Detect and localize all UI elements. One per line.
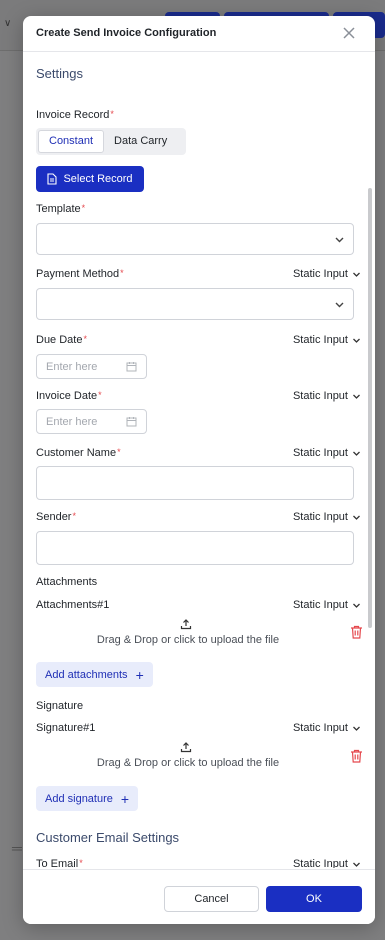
chevron-down-icon bbox=[353, 394, 360, 399]
select-record-button[interactable]: Select Record bbox=[36, 166, 144, 192]
add-signature-button[interactable]: Add signature + bbox=[36, 786, 139, 811]
payment-method-label: Payment Method* bbox=[36, 268, 124, 280]
upload-text: Drag & Drop or click to upload the file bbox=[96, 634, 280, 646]
attachments-item-label: Attachments#1 bbox=[36, 599, 110, 611]
plus-icon: + bbox=[135, 666, 144, 683]
background-chevron-icon: ∨ bbox=[4, 18, 12, 29]
tab-data-carry[interactable]: Data Carry bbox=[104, 130, 177, 153]
add-signature-label: Add signature bbox=[45, 792, 113, 805]
add-attachments-button[interactable]: Add attachments + bbox=[36, 662, 153, 687]
sender-label: Sender* bbox=[36, 511, 76, 523]
modal-title: Create Send Invoice Configuration bbox=[36, 27, 217, 39]
attachments-upload-area[interactable]: Drag & Drop or click to upload the file bbox=[36, 618, 336, 654]
chevron-down-icon bbox=[353, 338, 360, 343]
chevron-down-icon bbox=[335, 302, 344, 308]
sender-input[interactable] bbox=[36, 531, 354, 565]
trash-icon[interactable] bbox=[350, 625, 363, 639]
chevron-down-icon bbox=[353, 862, 360, 867]
mode-label: Static Input bbox=[292, 447, 348, 459]
signature-upload-area[interactable]: Drag & Drop or click to upload the file bbox=[36, 741, 336, 777]
mode-label: Static Input bbox=[292, 268, 348, 280]
background-icon: ═ bbox=[12, 840, 22, 856]
calendar-icon bbox=[126, 417, 137, 427]
template-label: Template* bbox=[36, 203, 86, 215]
signature-mode-select[interactable]: Static Input bbox=[293, 722, 361, 734]
tab-constant[interactable]: Constant bbox=[38, 130, 105, 153]
create-send-invoice-modal: Create Send Invoice Configuration Settin… bbox=[23, 16, 375, 924]
due-date-input[interactable]: Enter here bbox=[36, 354, 147, 379]
attachments-mode-select[interactable]: Static Input bbox=[293, 599, 361, 611]
calendar-icon bbox=[126, 362, 137, 372]
mode-label: Static Input bbox=[292, 334, 348, 346]
invoice-date-label: Invoice Date* bbox=[36, 390, 102, 402]
scrollbar-thumb[interactable] bbox=[368, 188, 372, 628]
invoice-record-tabs: Constant Data Carry bbox=[36, 128, 186, 155]
mode-label: Static Input bbox=[292, 599, 348, 611]
chevron-down-icon bbox=[353, 603, 360, 608]
customer-name-input[interactable] bbox=[36, 466, 354, 500]
sender-mode-select[interactable]: Static Input bbox=[293, 511, 361, 523]
chevron-down-icon bbox=[353, 726, 360, 731]
invoice-record-label: Invoice Record* bbox=[36, 109, 114, 121]
mode-label: Static Input bbox=[292, 390, 348, 402]
customer-name-label: Customer Name* bbox=[36, 447, 121, 459]
chevron-down-icon bbox=[335, 237, 344, 243]
customer-email-section-title: Customer Email Settings bbox=[36, 830, 180, 845]
invoice-date-input[interactable]: Enter here bbox=[36, 409, 147, 434]
settings-section-title: Settings bbox=[36, 66, 83, 81]
ok-button[interactable]: OK bbox=[266, 886, 362, 912]
modal-header: Create Send Invoice Configuration bbox=[23, 16, 375, 52]
payment-method-mode-select[interactable]: Static Input bbox=[293, 268, 361, 280]
invoice-date-mode-select[interactable]: Static Input bbox=[293, 390, 361, 402]
due-date-placeholder: Enter here bbox=[46, 361, 98, 373]
close-icon[interactable] bbox=[341, 25, 357, 41]
trash-icon[interactable] bbox=[350, 749, 363, 763]
chevron-down-icon bbox=[353, 451, 360, 456]
payment-method-select[interactable] bbox=[36, 288, 354, 320]
mode-label: Static Input bbox=[292, 858, 348, 868]
add-attachments-label: Add attachments bbox=[45, 668, 128, 681]
template-select[interactable] bbox=[36, 223, 354, 255]
plus-icon: + bbox=[120, 790, 130, 807]
to-email-label: To Email* bbox=[36, 858, 83, 868]
to-email-mode-select[interactable]: Static Input bbox=[293, 858, 361, 868]
chevron-down-icon bbox=[353, 272, 360, 277]
upload-text: Drag & Drop or click to upload the file bbox=[96, 757, 280, 769]
attachments-label: Attachments bbox=[36, 576, 98, 588]
due-date-mode-select[interactable]: Static Input bbox=[293, 334, 361, 346]
upload-icon bbox=[180, 619, 192, 630]
modal-body[interactable]: Settings Invoice Record* Constant Data C… bbox=[36, 52, 363, 868]
due-date-label: Due Date* bbox=[36, 334, 87, 346]
signature-label: Signature bbox=[36, 700, 84, 712]
mode-label: Static Input bbox=[292, 722, 348, 734]
select-record-label: Select Record bbox=[63, 173, 133, 185]
upload-icon bbox=[180, 742, 192, 753]
cancel-button[interactable]: Cancel bbox=[164, 886, 259, 912]
customer-name-mode-select[interactable]: Static Input bbox=[293, 447, 361, 459]
mode-label: Static Input bbox=[292, 511, 348, 523]
document-icon bbox=[47, 173, 58, 185]
invoice-date-placeholder: Enter here bbox=[46, 416, 98, 428]
modal-footer: Cancel OK bbox=[23, 869, 375, 924]
signature-item-label: Signature#1 bbox=[36, 722, 96, 734]
chevron-down-icon bbox=[353, 515, 360, 520]
